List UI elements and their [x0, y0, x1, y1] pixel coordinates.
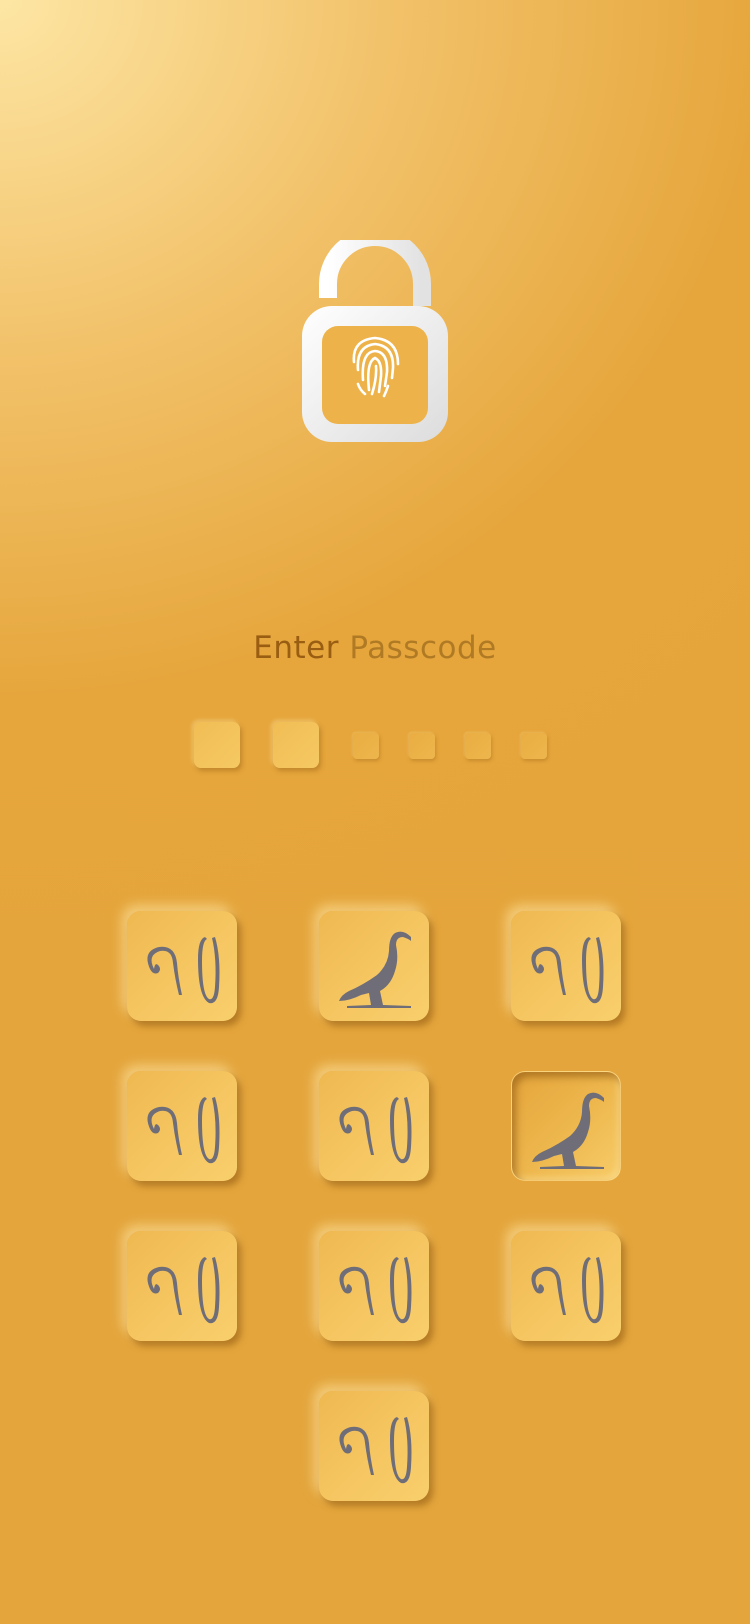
keypad-key-7[interactable] [127, 1231, 237, 1341]
ibis-bird-icon [319, 911, 429, 1021]
hieroglyph-digit-icon [319, 1231, 429, 1341]
hieroglyph-digit-icon [511, 911, 621, 1021]
padlock-open-fingerprint-icon [302, 240, 448, 442]
keypad-key-9[interactable] [511, 1231, 621, 1341]
ibis-bird-icon [512, 1072, 622, 1182]
hieroglyph-digit-icon [127, 911, 237, 1021]
keypad-key-8[interactable] [319, 1231, 429, 1341]
keypad-key-2[interactable] [319, 911, 429, 1021]
hieroglyph-digit-icon [127, 1071, 237, 1181]
passcode-dot-empty [353, 733, 379, 759]
hieroglyph-digit-icon [511, 1231, 621, 1341]
hieroglyph-digit-icon [127, 1231, 237, 1341]
passcode-dot-filled [273, 722, 319, 768]
keypad-key-5[interactable] [319, 1071, 429, 1181]
passcode-dot-filled [194, 722, 240, 768]
keypad-key-6[interactable] [511, 1071, 621, 1181]
page-title: Enter Passcode [0, 630, 750, 666]
keypad-key-1[interactable] [127, 911, 237, 1021]
keypad-key-0[interactable] [319, 1391, 429, 1501]
keypad-key-3[interactable] [511, 911, 621, 1021]
passcode-dot-empty [521, 733, 547, 759]
title-word-enter: Enter [253, 630, 339, 666]
keypad-key-4[interactable] [127, 1071, 237, 1181]
passcode-dot-empty [465, 733, 491, 759]
title-word-passcode: Passcode [349, 630, 497, 666]
hieroglyph-digit-icon [319, 1391, 429, 1501]
passcode-dot-empty [409, 733, 435, 759]
hieroglyph-digit-icon [319, 1071, 429, 1181]
